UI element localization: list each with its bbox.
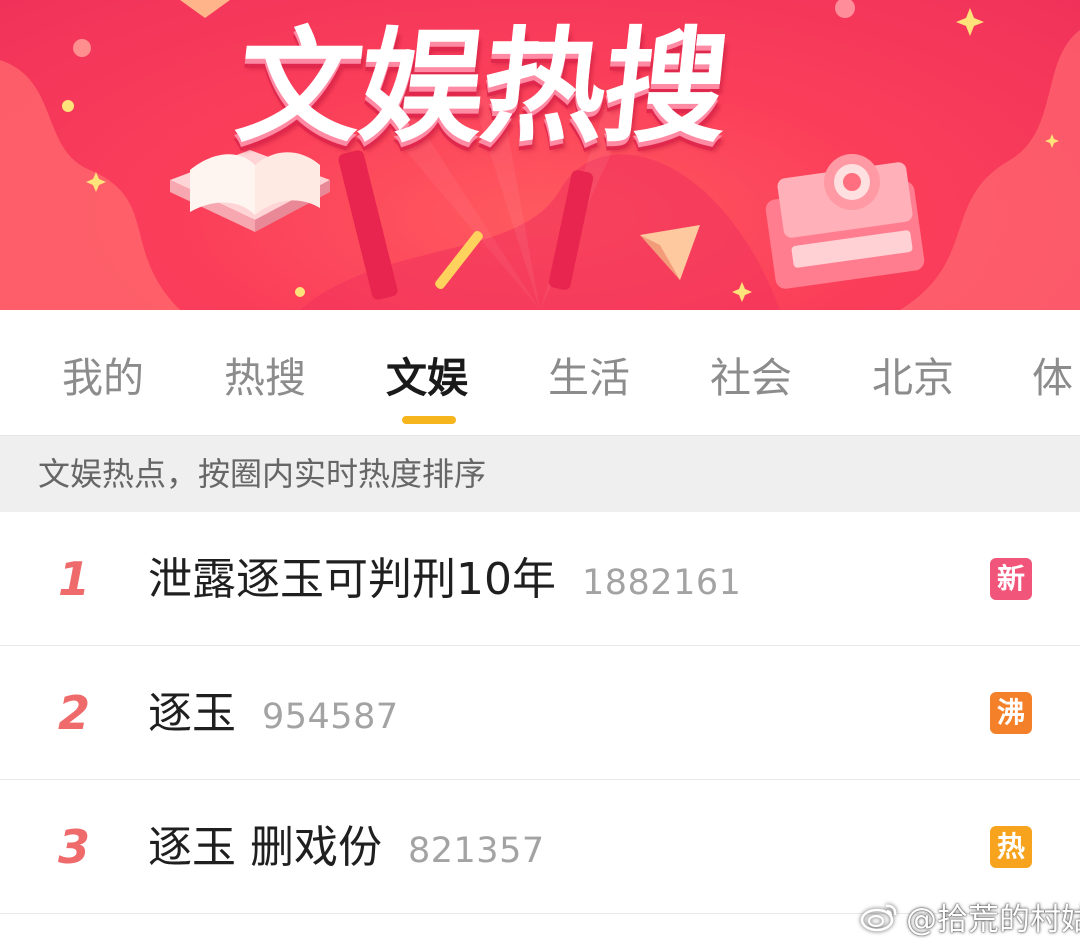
heat-count: 1882161 [582,563,742,603]
tab-beijing[interactable]: 北京 [872,348,954,408]
topic[interactable]: 逐玉 删戏份 821357 [148,818,545,878]
heat-count: 821357 [408,831,545,871]
tab-society[interactable]: 社会 [710,348,792,408]
category-tabs: 我的 热搜 文娱 生活 社会 北京 体 [0,310,1080,436]
topic[interactable]: 逐玉 954587 [148,684,399,744]
hot-badge: 热 [990,826,1032,868]
tab-entertainment[interactable]: 文娱 [386,348,468,408]
boiling-badge: 沸 [990,692,1032,734]
topic-title[interactable]: 泄露逐玉可判刑10年 [148,550,556,610]
tab-mine[interactable]: 我的 [62,348,144,408]
active-tab-indicator [402,416,456,424]
list-item[interactable]: 1 泄露逐玉可判刑10年 1882161 新 [0,512,1080,646]
rank-number: 3 [58,820,91,874]
topic-title[interactable]: 逐玉 [148,684,236,744]
hot-search-page: 文娱热搜 我的 热搜 文娱 生活 社会 北京 体 文娱热点，按圈内实时热度排序 … [0,0,1080,943]
tab-sports[interactable]: 体 [1032,348,1073,408]
watermark-text: @拾荒的村姑 [906,901,1080,938]
weibo-logo-icon [860,904,897,932]
topic[interactable]: 泄露逐玉可判刑10年 1882161 [148,550,741,610]
rank-number: 2 [58,686,91,740]
tab-life[interactable]: 生活 [548,348,630,408]
tab-hot-search[interactable]: 热搜 [224,348,306,408]
entertainment-banner: 文娱热搜 [0,0,1080,310]
list-description: 文娱热点，按圈内实时热度排序 [0,436,1080,512]
new-badge: 新 [990,558,1032,600]
banner-title: 文娱热搜 [230,16,734,160]
camera-icon [765,154,925,289]
watermark: @拾荒的村姑 [860,895,1080,938]
rank-number: 1 [58,552,91,606]
list-item[interactable]: 2 逐玉 954587 沸 [0,646,1080,780]
hot-search-list: 1 泄露逐玉可判刑10年 1882161 新 2 逐玉 954587 沸 3 逐… [0,512,1080,914]
topic-title[interactable]: 逐玉 删戏份 [148,818,382,878]
heat-count: 954587 [262,697,399,737]
